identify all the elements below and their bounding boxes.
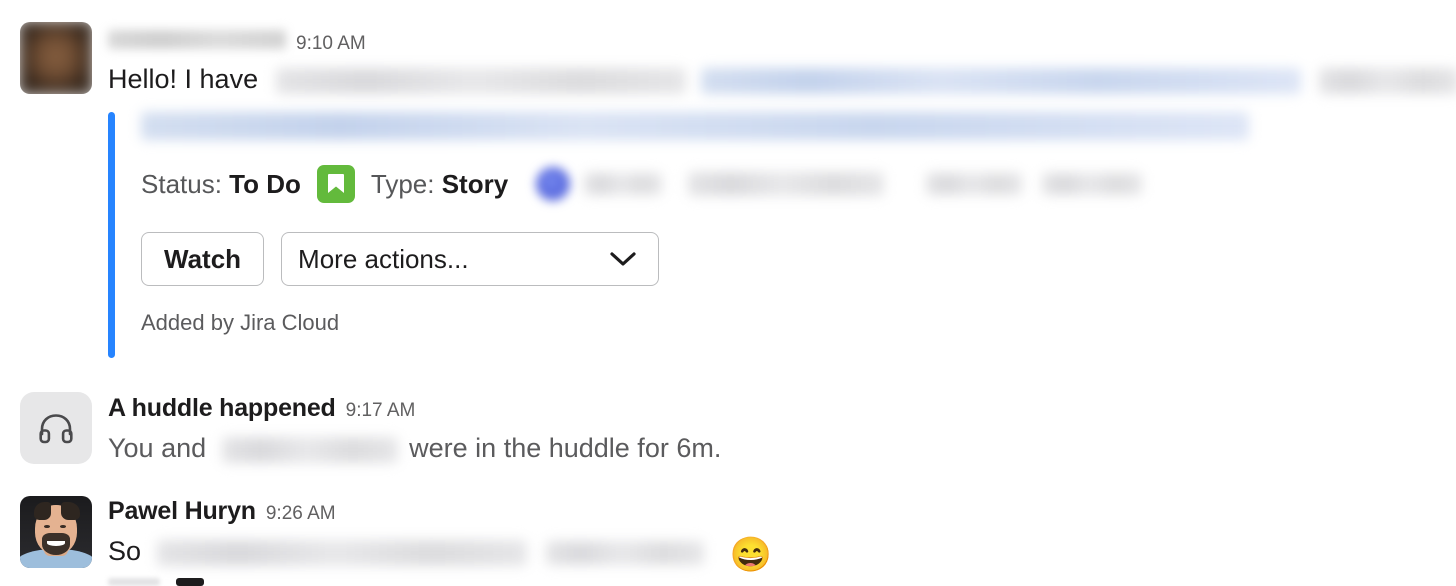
redacted-meta-field-1 — [688, 172, 885, 196]
timestamp[interactable]: 9:26 AM — [266, 504, 336, 523]
story-bookmark-icon — [316, 165, 355, 203]
status-field: Status: To Do — [141, 169, 301, 200]
attachment-accent-bar — [108, 112, 115, 358]
huddle-text-suffix: were in the huddle for 6m. — [409, 433, 722, 463]
slack-message-list: 9:10 AM Hello! I have Status: To Do Type… — [0, 0, 1456, 586]
attachment-meta: Status: To Do Type: Story — [141, 162, 1268, 206]
grinning-face-emoji[interactable]: 😄 — [730, 538, 772, 572]
huddle-title: A huddle happened — [108, 394, 336, 422]
redacted-text-bold — [546, 540, 705, 565]
attachment-actions: Watch More actions... — [141, 232, 1268, 286]
redacted-meta-field-2 — [926, 173, 1023, 195]
huddle-text: You and were in the huddle for 6m. — [108, 433, 721, 464]
huddle-text-prefix: You and — [108, 433, 207, 463]
huddle-header: A huddle happened 9:17 AM — [108, 396, 415, 421]
huddle-avatar — [20, 392, 92, 464]
jira-attachment: Status: To Do Type: Story Watch More act… — [108, 112, 1268, 358]
headphones-icon — [20, 392, 92, 464]
more-actions-dropdown[interactable]: More actions... — [281, 232, 660, 286]
chevron-down-icon — [610, 251, 636, 267]
pawel-photo-avatar — [20, 496, 92, 568]
watch-button[interactable]: Watch — [141, 232, 265, 286]
attachment-title[interactable] — [141, 112, 1268, 148]
clipped-reaction-pill[interactable] — [108, 578, 160, 586]
message-header: Pawel Huryn 9:26 AM — [108, 499, 336, 524]
redacted-text — [156, 539, 527, 566]
type-label: Type: — [370, 168, 435, 199]
type-value: Story — [441, 168, 509, 199]
timestamp[interactable]: 9:17 AM — [346, 401, 416, 420]
redacted-participant-name — [221, 436, 398, 463]
avatar[interactable] — [20, 496, 92, 568]
status-label: Status: — [141, 168, 222, 199]
assignee-avatar[interactable] — [536, 167, 571, 201]
attachment-footer: Added by Jira Cloud — [141, 310, 340, 335]
redacted-assignee-label — [584, 173, 663, 195]
message-pawel: Pawel Huryn 9:26 AM So 😄 — [0, 0, 1456, 586]
redacted-meta-field-3 — [1042, 173, 1143, 195]
redacted-attachment-title — [141, 112, 1249, 140]
type-field: Type: Story — [371, 169, 508, 200]
sender-name[interactable]: Pawel Huryn — [108, 499, 256, 524]
message-text: So 😄 — [108, 536, 772, 572]
message-text-prefix: So — [108, 536, 142, 566]
status-value: To Do — [229, 168, 301, 199]
clipped-ui-element[interactable] — [176, 578, 204, 586]
more-actions-label: More actions... — [298, 243, 469, 274]
